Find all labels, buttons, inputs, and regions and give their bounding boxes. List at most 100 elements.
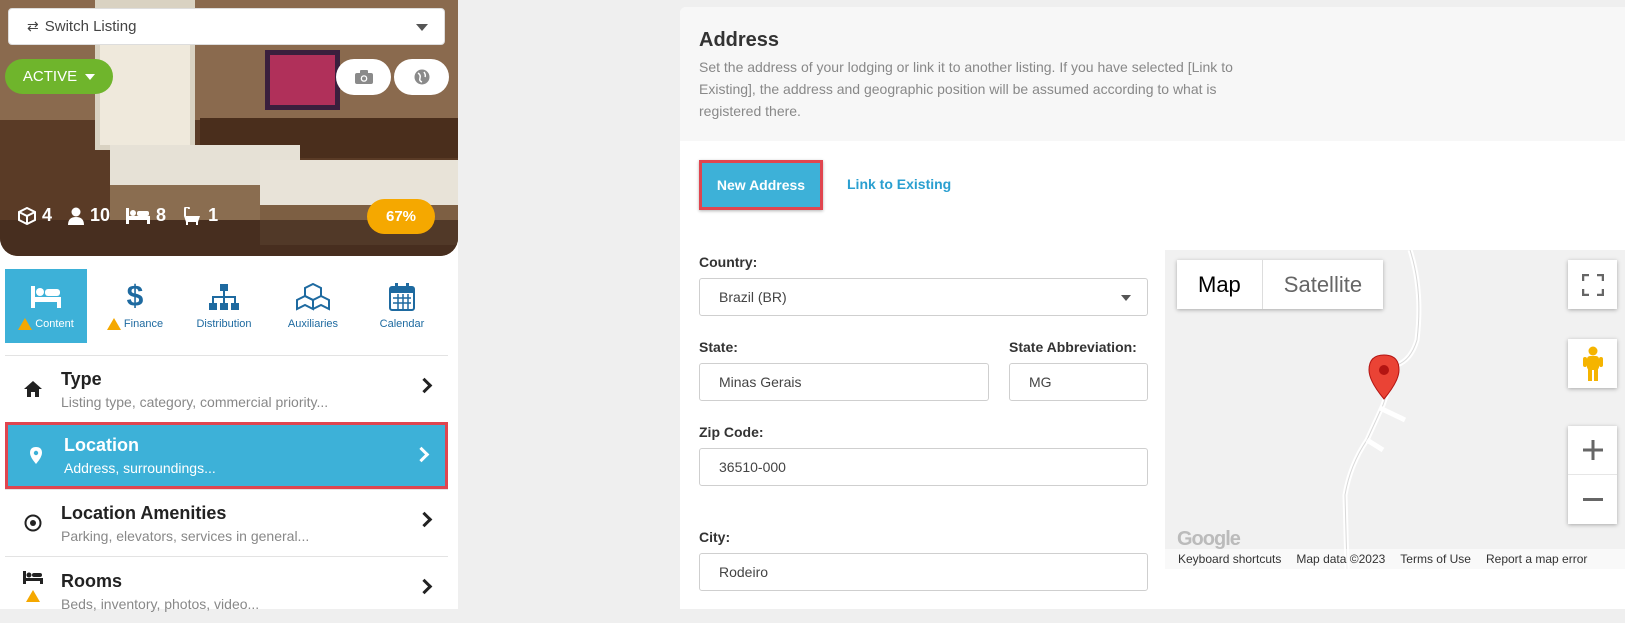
- map-data-attribution: Map data ©2023: [1296, 552, 1386, 566]
- beds-stat: 8: [126, 205, 166, 226]
- google-logo: Google: [1177, 528, 1241, 550]
- tab-distribution-label: Distribution: [196, 318, 252, 330]
- listing-stats: 4 10 8 1: [18, 205, 218, 226]
- country-select[interactable]: Brazil (BR): [699, 278, 1148, 316]
- bed-icon: [31, 282, 61, 312]
- chevron-right-icon: [416, 511, 433, 528]
- caret-down-icon: [85, 73, 96, 80]
- city-field[interactable]: Rodeiro: [699, 553, 1148, 591]
- satellite-view-button[interactable]: Satellite: [1263, 260, 1383, 309]
- menu-item-subtitle: Listing type, category, commercial prior…: [61, 393, 329, 410]
- warning-icon: [26, 590, 40, 602]
- tab-content[interactable]: Content: [5, 269, 87, 343]
- page-description: Set the address of your lodging or link …: [699, 59, 1233, 119]
- dollar-icon: $: [126, 280, 144, 313]
- menu-item-location[interactable]: Location Address, surroundings...: [5, 422, 448, 489]
- menu-item-rooms[interactable]: Rooms Beds, inventory, photos, video...: [5, 556, 448, 623]
- tab-auxiliaries-label: Auxiliaries: [287, 318, 339, 330]
- camera-icon: [354, 70, 373, 84]
- menu-item-title: Type: [61, 368, 102, 389]
- state-abbreviation-field[interactable]: MG: [1009, 363, 1148, 401]
- map-view-button[interactable]: Map: [1177, 260, 1263, 309]
- status-label: ACTIVE: [22, 68, 78, 85]
- menu-item-subtitle: Beds, inventory, photos, video...: [61, 596, 260, 612]
- plus-icon: [1582, 440, 1603, 460]
- globe-icon: [414, 69, 429, 85]
- fullscreen-icon: [1581, 273, 1604, 296]
- calendar-icon: [389, 282, 415, 312]
- units-stat: 4: [18, 205, 52, 226]
- new-address-button[interactable]: New Address: [699, 160, 823, 210]
- chevron-right-icon: [416, 377, 433, 394]
- guests-stat: 10: [68, 205, 110, 226]
- terms-of-use-link[interactable]: Terms of Use: [1400, 552, 1471, 566]
- units-count: 4: [42, 205, 53, 225]
- zoom-in-button[interactable]: [1568, 426, 1617, 475]
- map-footer: Keyboard shortcuts Map data ©2023 Terms …: [1165, 549, 1625, 569]
- location-map[interactable]: Map Satellite Google Keyboard shortcuts …: [1165, 250, 1625, 569]
- bath-icon: [184, 206, 201, 225]
- zip-code-field[interactable]: 36510-000: [699, 448, 1148, 486]
- section-tabs: Content $ Finance Distribution Auxiliari…: [5, 269, 450, 343]
- zoom-out-button[interactable]: [1568, 475, 1617, 524]
- guests-count: 10: [90, 205, 111, 225]
- sitemap-icon: [209, 282, 239, 312]
- street-view-button[interactable]: [1568, 339, 1617, 388]
- zoom-control: [1568, 426, 1617, 524]
- menu-item-subtitle: Parking, elevators, services in general.…: [61, 527, 310, 544]
- menu-item-location-amenities[interactable]: Location Amenities Parking, elevators, s…: [5, 489, 448, 556]
- state-label: State:: [699, 339, 738, 355]
- warning-icon: [18, 318, 33, 330]
- status-dropdown-button[interactable]: ACTIVE: [5, 59, 113, 94]
- chevron-down-icon: [416, 24, 428, 31]
- tab-finance[interactable]: $ Finance: [94, 269, 176, 343]
- listing-hero: ⇄ Switch Listing ACTIVE 4 10 8 1 67%: [0, 0, 458, 256]
- tab-calendar[interactable]: Calendar: [361, 269, 443, 343]
- chevron-down-icon: [1121, 295, 1131, 301]
- state-abbreviation-label: State Abbreviation:: [1009, 339, 1137, 355]
- beds-count: 8: [156, 205, 167, 225]
- menu-item-title: Location: [64, 435, 139, 455]
- pegman-icon: [1582, 346, 1603, 381]
- bed-icon: [126, 207, 151, 224]
- link-to-existing-button[interactable]: Link to Existing: [847, 176, 951, 192]
- menu-item-title: Location Amenities: [61, 502, 227, 523]
- tab-auxiliaries[interactable]: Auxiliaries: [272, 269, 354, 343]
- switch-listing-select[interactable]: ⇄ Switch Listing: [8, 8, 445, 45]
- chevron-right-icon: [413, 446, 430, 463]
- tab-finance-label: Finance: [123, 318, 164, 330]
- cubes-icon: [296, 282, 330, 312]
- state-field[interactable]: Minas Gerais: [699, 363, 989, 401]
- photos-button[interactable]: [336, 59, 391, 95]
- map-marker-icon: [1368, 354, 1400, 400]
- state-abbreviation-value: MG: [1029, 374, 1052, 390]
- swap-icon: ⇄: [27, 18, 39, 34]
- tab-distribution[interactable]: Distribution: [183, 269, 265, 343]
- map-pin-icon: [8, 447, 64, 464]
- chevron-right-icon: [416, 578, 433, 595]
- globe-button[interactable]: [394, 59, 449, 95]
- home-icon: [5, 381, 61, 397]
- bed-icon: [5, 571, 61, 602]
- warning-icon: [106, 318, 121, 330]
- keyboard-shortcuts-link[interactable]: Keyboard shortcuts: [1178, 552, 1281, 566]
- state-value: Minas Gerais: [719, 374, 802, 390]
- city-label: City:: [699, 529, 731, 545]
- city-value: Rodeiro: [719, 564, 769, 580]
- map-type-control: Map Satellite: [1177, 260, 1384, 309]
- report-map-error-link[interactable]: Report a map error: [1486, 552, 1587, 566]
- menu-item-title: Rooms: [61, 571, 123, 591]
- fullscreen-button[interactable]: [1568, 260, 1617, 309]
- completion-badge: 67%: [367, 199, 435, 234]
- section-menu: Type Listing type, category, commercial …: [5, 355, 448, 623]
- user-icon: [68, 207, 85, 225]
- tab-content-label: Content: [35, 318, 74, 330]
- zip-code-value: 36510-000: [719, 459, 786, 475]
- baths-count: 1: [208, 205, 219, 225]
- menu-item-type[interactable]: Type Listing type, category, commercial …: [5, 355, 448, 422]
- sidebar: ⇄ Switch Listing ACTIVE 4 10 8 1 67% Con…: [0, 0, 458, 612]
- switch-listing-label: Switch Listing: [44, 18, 137, 35]
- panel-header: Address Set the address of your lodging …: [680, 7, 1625, 141]
- cube-icon: [18, 206, 36, 225]
- target-icon: [5, 514, 61, 532]
